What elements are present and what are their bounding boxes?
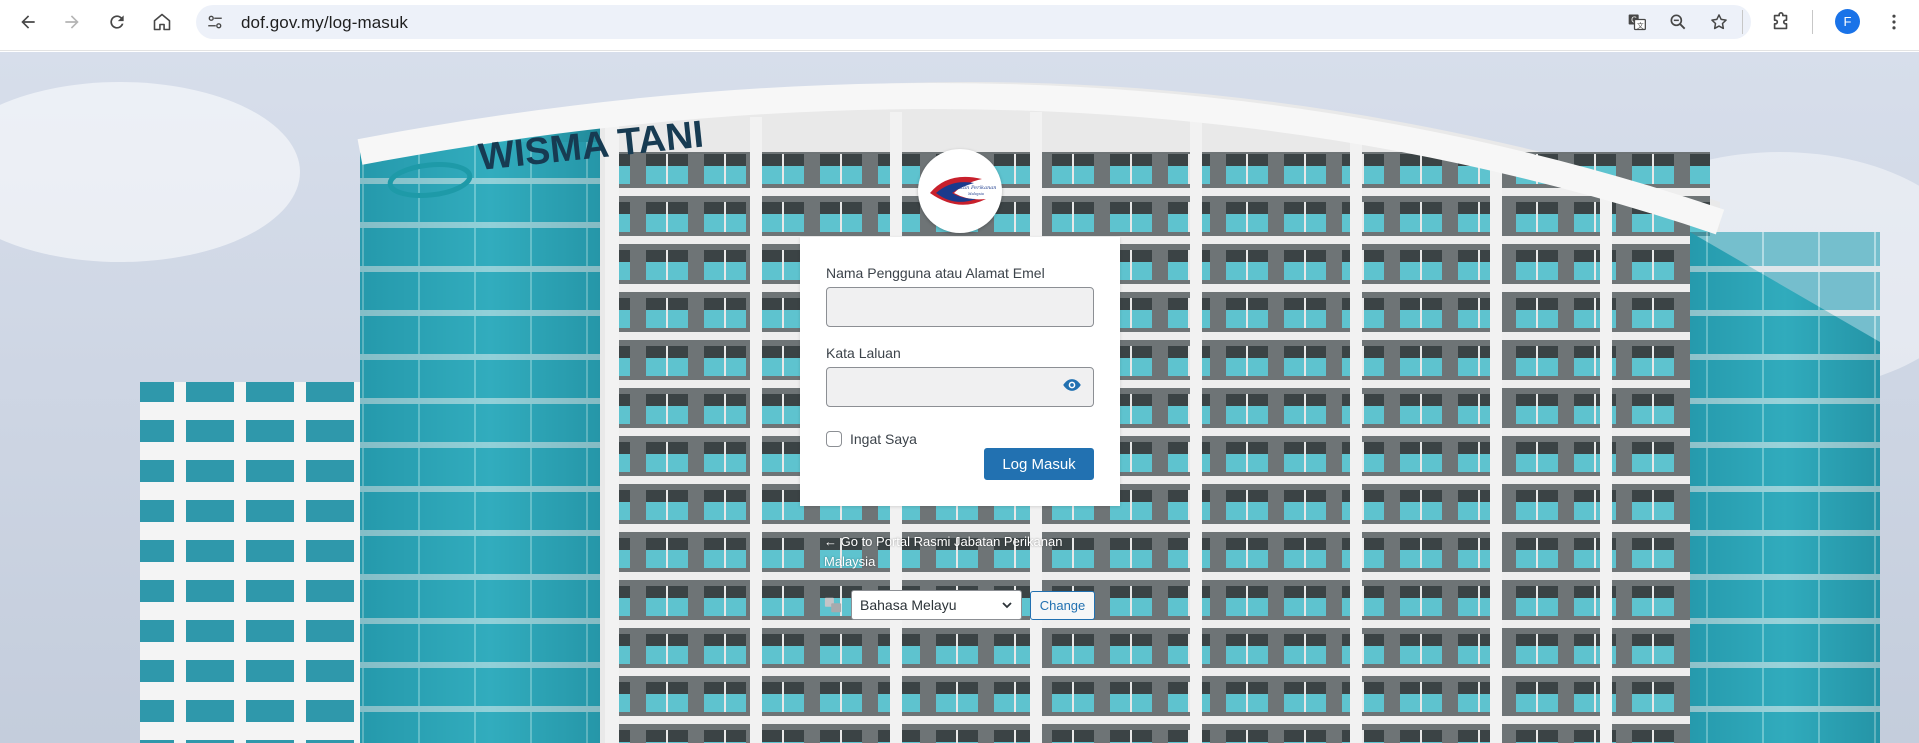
password-label: Kata Laluan [826, 345, 901, 361]
back-to-portal-link[interactable]: ← Go to Portal Rasmi Jabatan Perikanan M… [824, 532, 1064, 572]
kebab-menu-icon [1892, 14, 1896, 30]
address-bar[interactable]: dof.gov.my/log-masuk G 文 [196, 5, 1751, 39]
reload-icon [110, 15, 124, 29]
department-logo: Jabatan Perikanan Malaysia [918, 149, 1002, 233]
password-input[interactable] [826, 367, 1094, 407]
zoom-button[interactable] [1667, 11, 1689, 33]
reload-button[interactable] [103, 8, 131, 36]
chevron-down-icon [1002, 602, 1012, 609]
puzzle-icon [1773, 12, 1788, 30]
username-label: Nama Pengguna atau Alamat Emel [826, 265, 1045, 281]
home-button[interactable] [148, 8, 176, 36]
show-password-button[interactable] [1058, 371, 1086, 399]
profile-avatar[interactable]: F [1835, 9, 1860, 34]
forward-button[interactable] [58, 8, 86, 36]
fish-logo-icon: Jabatan Perikanan Malaysia [930, 176, 996, 205]
star-icon [1711, 14, 1727, 30]
site-info-button[interactable] [204, 11, 226, 33]
translate-icon: G 文 [1628, 14, 1646, 31]
back-button[interactable] [14, 8, 42, 36]
login-submit-button[interactable]: Log Masuk [984, 448, 1094, 480]
browser-toolbar: dof.gov.my/log-masuk G 文 [0, 0, 1919, 51]
arrow-left-icon [21, 15, 35, 29]
arrow-right-icon [65, 15, 79, 29]
change-language-button[interactable]: Change [1030, 591, 1095, 620]
svg-text:Malaysia: Malaysia [967, 192, 984, 196]
tune-icon [208, 15, 222, 29]
eye-icon [1063, 379, 1081, 391]
bookmark-button[interactable] [1708, 11, 1730, 33]
zoom-icon [1670, 14, 1686, 30]
translation-icon [823, 595, 843, 615]
language-selected-value: Bahasa Melayu [860, 597, 957, 613]
language-select[interactable]: Bahasa Melayu [851, 590, 1022, 620]
extensions-button[interactable] [1768, 9, 1794, 35]
toolbar-divider [1812, 10, 1813, 34]
remember-me-checkbox[interactable] [826, 431, 842, 447]
browser-menu-button[interactable] [1882, 9, 1906, 35]
svg-text:Jabatan Perikanan: Jabatan Perikanan [949, 185, 996, 191]
url-text[interactable]: dof.gov.my/log-masuk [241, 13, 408, 33]
login-form: Nama Pengguna atau Alamat Emel Kata Lalu… [800, 237, 1120, 506]
translate-button[interactable]: G 文 [1626, 11, 1648, 33]
username-input[interactable] [826, 287, 1094, 327]
remember-me-label: Ingat Saya [850, 431, 917, 447]
home-icon [153, 13, 171, 31]
login-page: WISMA TANI Jabatan Perikanan Malaysia Na… [0, 52, 1919, 743]
toolbar-divider [1742, 10, 1743, 34]
svg-text:文: 文 [1637, 21, 1644, 30]
